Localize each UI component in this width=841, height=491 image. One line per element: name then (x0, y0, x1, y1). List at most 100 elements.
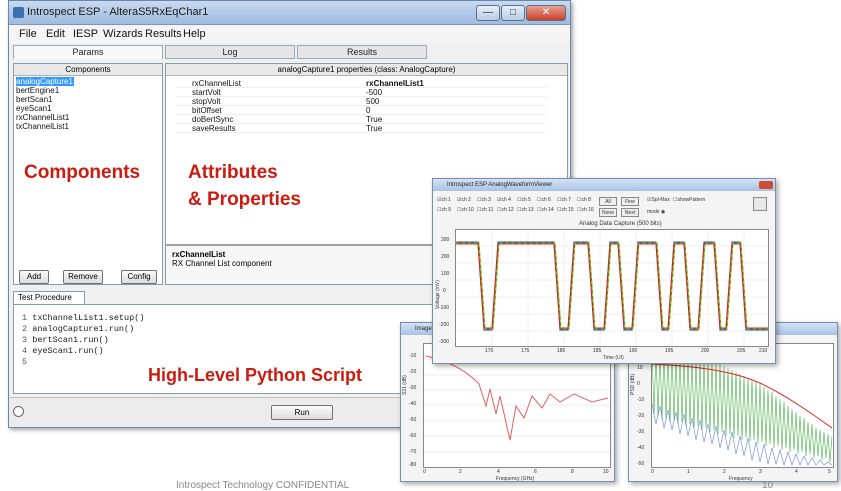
add-button[interactable]: Add (19, 270, 49, 284)
channel-checkbox[interactable]: ☐ch 15 (557, 207, 574, 213)
property-row[interactable]: rxChannelList rxChannelList1 (176, 79, 546, 88)
property-name: stopVolt (192, 97, 221, 106)
y-axis-label: PSD (dB) (630, 373, 636, 395)
channel-checkbox[interactable]: ☐ch 7 (557, 197, 571, 203)
component-item[interactable]: bertScan1 (16, 95, 116, 104)
tab-params[interactable]: Params (13, 45, 163, 59)
channel-checkbox[interactable]: ☐ch 3 (477, 197, 491, 203)
menu-results[interactable]: Results (145, 28, 182, 40)
waveform-green-trace (456, 242, 768, 330)
component-item[interactable]: txChannelList1 (16, 122, 116, 131)
channel-checkbox[interactable]: ☐ch 6 (537, 197, 551, 203)
chart-title: Analog Data Capture (500 bits) (579, 221, 662, 227)
x-axis-label: Frequency (GHz) (496, 476, 535, 482)
run-button[interactable]: Run (271, 405, 333, 420)
component-item[interactable]: eyeScan1 (16, 104, 116, 113)
channel-checkbox[interactable]: ☑ch 4 (497, 197, 511, 203)
menu-help[interactable]: Help (183, 28, 206, 40)
code-line: 2 analogCapture1.run() (22, 324, 135, 334)
y-tick: -30 (637, 429, 645, 435)
property-row[interactable]: saveResults True (176, 124, 546, 133)
next-button[interactable]: Next (621, 208, 639, 217)
minimize-button[interactable]: — (476, 5, 500, 21)
y-tick: -40 (409, 401, 417, 407)
x-tick: 3 (759, 469, 762, 475)
channel-checkbox[interactable]: ☐ch 9 (437, 207, 451, 213)
fine-button[interactable]: Fine (621, 197, 639, 206)
menu-edit[interactable]: Edit (46, 28, 65, 40)
y-tick: 0 (637, 381, 640, 387)
property-value[interactable]: True (366, 124, 382, 133)
y-axis-label: S21 (dB) (402, 375, 408, 395)
channel-checkbox[interactable]: ☐ch 13 (517, 207, 534, 213)
property-row[interactable]: bitOffset 0 (176, 106, 546, 115)
window-title: Introspect ESP - AlteraS5RxEqChar1 (27, 6, 209, 18)
x-tick: 200 (701, 348, 710, 354)
menu-wizards[interactable]: Wizards (103, 28, 143, 40)
channel-checkbox[interactable]: ☐ch 14 (537, 207, 554, 213)
close-button[interactable]: ✕ (526, 5, 566, 21)
y-tick: 200 (441, 254, 450, 260)
channel-checkbox[interactable]: ☐ch 10 (457, 207, 474, 213)
maximize-button[interactable]: □ (501, 5, 525, 21)
property-value[interactable]: rxChannelList1 (366, 79, 424, 88)
show-pattern-checkbox[interactable]: ☐showPattern (673, 197, 705, 203)
waveform-plot-area (455, 229, 769, 347)
component-item[interactable]: bertEngine1 (16, 86, 116, 95)
property-value[interactable]: 500 (366, 97, 379, 106)
tab-log[interactable]: Log (165, 45, 295, 59)
x-tick: 6 (534, 469, 537, 475)
x-tick: 190 (629, 348, 638, 354)
none-button[interactable]: None (599, 208, 617, 217)
spline-checkbox[interactable]: ☑Spl-Max (647, 197, 670, 203)
x-tick: 4 (795, 469, 798, 475)
y-tick: -70 (409, 449, 417, 455)
property-value[interactable]: 0 (366, 106, 370, 115)
x-tick: 205 (737, 348, 746, 354)
config-button[interactable]: Config (121, 270, 157, 284)
channel-checkbox[interactable]: ☐ch 12 (497, 207, 514, 213)
tab-results[interactable]: Results (297, 45, 427, 59)
x-tick: 4 (497, 469, 500, 475)
properties-header: analogCapture1 properties (class: Analog… (166, 64, 567, 76)
component-item[interactable]: rxChannelList1 (16, 113, 116, 122)
menu-file[interactable]: File (19, 28, 37, 40)
page-number: 10 (762, 480, 774, 491)
y-tick: -300 (439, 339, 450, 345)
x-axis-label: Frequency (729, 476, 753, 482)
property-row[interactable]: doBertSync True (176, 115, 546, 124)
channel-checkbox[interactable]: ☑ch 2 (457, 197, 471, 203)
property-name: saveResults (192, 124, 236, 133)
x-tick: 180 (557, 348, 566, 354)
cursor-tool-icon[interactable] (753, 197, 767, 211)
remove-button[interactable]: Remove (63, 270, 103, 284)
x-tick: 175 (521, 348, 530, 354)
menu-bar: File Edit IESP Wizards Results Help (9, 25, 570, 43)
title-bar[interactable]: Introspect ESP - AlteraS5RxEqChar1 — □ ✕ (9, 1, 570, 25)
channel-checkbox[interactable]: ☐ch 8 (577, 197, 591, 203)
x-axis-label: Time (UI) (603, 355, 624, 361)
channel-checkbox[interactable]: ☐ch 16 (577, 207, 594, 213)
waveform-window: Introspect ESP AnalogWaveformViewer ☑ch … (432, 178, 776, 364)
property-row[interactable]: startVolt -500 (176, 88, 546, 97)
all-button[interactable]: All (599, 197, 617, 206)
y-tick: 10 (637, 365, 643, 371)
mode-selector[interactable]: mode ◉ (647, 209, 665, 215)
components-header: Components (14, 64, 162, 76)
x-tick: 170 (485, 348, 494, 354)
annotation-properties: & Properties (188, 189, 301, 210)
channel-checkbox[interactable]: ☐ch 11 (477, 207, 493, 213)
tab-test-procedure[interactable]: Test Procedure (13, 291, 85, 305)
x-tick: 1 (687, 469, 690, 475)
y-tick: 0 (443, 288, 446, 294)
menu-iesp[interactable]: IESP (73, 28, 98, 40)
component-item[interactable]: analogCapture1 (16, 77, 74, 86)
channel-checkbox[interactable]: ☐ch 5 (517, 197, 531, 203)
y-tick: -50 (409, 417, 417, 423)
status-indicator-icon (13, 406, 24, 417)
property-row[interactable]: stopVolt 500 (176, 97, 546, 106)
property-value[interactable]: True (366, 115, 382, 124)
channel-checkbox[interactable]: ☑ch 1 (437, 197, 451, 203)
close-icon[interactable] (759, 181, 773, 189)
property-value[interactable]: -500 (366, 88, 382, 97)
